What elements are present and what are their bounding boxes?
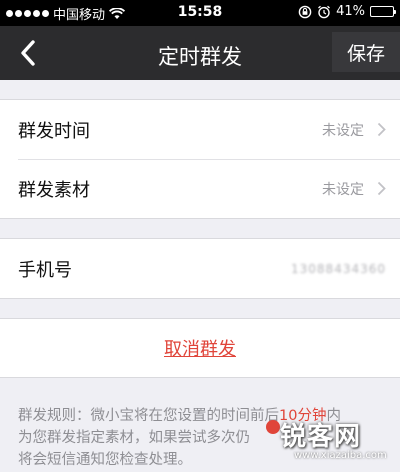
row-label: 群发时间 bbox=[18, 120, 90, 142]
phone-value: 13088434360 bbox=[291, 261, 386, 276]
nav-bar: 定时群发 保存 bbox=[0, 26, 400, 80]
watermark-logo: 锐客网 www.xiazaiba.com bbox=[266, 414, 396, 466]
chevron-right-icon bbox=[377, 122, 386, 137]
row-value: 未设定 bbox=[322, 181, 364, 198]
row-send-time[interactable]: 群发时间 未设定 bbox=[0, 100, 400, 159]
cancel-group: 取消群发 bbox=[0, 318, 400, 378]
watermark-text: 锐客网 bbox=[280, 422, 362, 452]
watermark-url: www.xiazaiba.com bbox=[294, 450, 387, 461]
battery-percent: 41% bbox=[336, 4, 365, 19]
chevron-right-icon bbox=[377, 181, 386, 196]
save-button[interactable]: 保存 bbox=[332, 32, 400, 72]
row-value: 未设定 bbox=[322, 122, 364, 139]
phone-group: 手机号 13088434360 bbox=[0, 238, 400, 299]
battery-icon bbox=[370, 6, 396, 17]
row-label: 手机号 bbox=[18, 259, 72, 281]
row-label: 群发素材 bbox=[18, 179, 90, 201]
row-phone[interactable]: 手机号 13088434360 bbox=[0, 239, 400, 298]
watermark-badge-icon bbox=[266, 420, 280, 434]
row-send-material[interactable]: 群发素材 未设定 bbox=[0, 159, 400, 218]
cancel-row[interactable]: 取消群发 bbox=[0, 319, 400, 377]
rotation-lock-icon bbox=[298, 5, 312, 18]
cancel-send-link[interactable]: 取消群发 bbox=[164, 335, 236, 361]
status-bar: 中国移动 15:58 41% bbox=[0, 0, 400, 26]
rules-text-part: 群发规则：微小宝将在您设置的时间前后 bbox=[18, 408, 279, 424]
alarm-icon bbox=[318, 5, 331, 18]
status-right: 41% bbox=[298, 4, 396, 19]
settings-group: 群发时间 未设定 群发素材 未设定 bbox=[0, 99, 400, 219]
